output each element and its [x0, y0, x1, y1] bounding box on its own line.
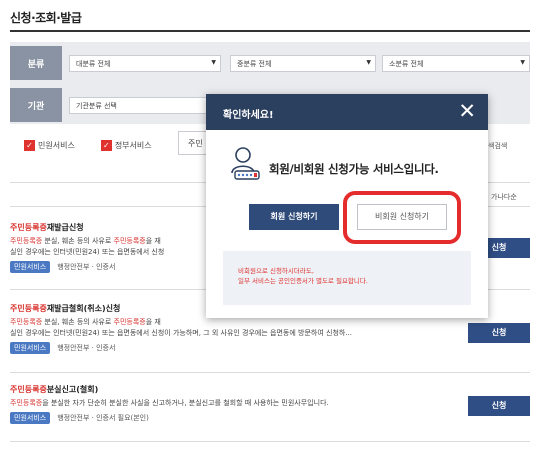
desc-keyword: 주민등록증: [10, 318, 43, 326]
major-category-value: 대분류 전체: [76, 60, 111, 68]
keyword-chip[interactable]: 주민: [178, 131, 208, 155]
middle-category-select[interactable]: 중분류 전체 ▼: [230, 55, 376, 72]
dropdown-arrow-icon: ▼: [211, 59, 216, 66]
result-title-keyword: 주민등록증: [10, 304, 47, 313]
desc-keyword: 주민등록증: [10, 399, 43, 407]
sort-option[interactable]: 가나다순: [491, 192, 517, 202]
service-tag: 민원서비스: [10, 261, 51, 273]
result-meta: 민원서비스 행정안전부 · 인증서 필요(본인): [10, 412, 530, 424]
result-title[interactable]: 주민등록증분실신고(철회): [10, 384, 530, 398]
desc-text: 을 재: [145, 318, 161, 326]
agency-select[interactable]: 기관분류 선택: [69, 97, 221, 114]
result-title-keyword: 주민등록증: [10, 223, 47, 232]
result-title-rest: 분실신고(철회): [46, 385, 99, 394]
result-title-rest: 재발급신청: [46, 223, 84, 232]
member-id-icon: [231, 147, 260, 180]
result-agency: 행정안전부 · 인증서: [57, 263, 116, 271]
desc-text: 을 재: [145, 237, 161, 245]
result-description-line2: 실인 경우에는 인터넷(민원24) 또는 읍면동에서 신청이 가능하며, 그 외…: [10, 329, 352, 337]
minor-category-select[interactable]: 소분류 전체 ▼: [382, 55, 530, 72]
agency-select-value: 기관분류 선택: [76, 102, 117, 110]
desc-keyword: 주민등록증: [113, 237, 146, 245]
result-meta: 민원서비스 행정안전부 · 인증서: [10, 342, 530, 354]
service-tag: 민원서비스: [10, 412, 51, 424]
modal-header: 확인하세요! ✕: [206, 94, 488, 130]
close-icon[interactable]: ✕: [458, 99, 476, 123]
middle-category-value: 중분류 전체: [237, 60, 272, 68]
minor-category-value: 소분류 전체: [389, 60, 424, 68]
desc-text: 분실, 훼손 등의 사유로: [42, 237, 114, 245]
modal-headline: 회원/비회원 신청가능 서비스입니다.: [229, 146, 479, 186]
title-divider: [10, 30, 530, 32]
dropdown-arrow-icon: ▼: [366, 59, 371, 66]
category-label: 분류: [10, 46, 62, 80]
service-tag: 민원서비스: [10, 342, 51, 354]
result-agency: 행정안전부 · 인증서 필요(본인): [57, 414, 149, 422]
member-apply-button[interactable]: 회원 신청하기: [249, 204, 339, 230]
modal-headline-text: 회원/비회원 신청가능 서비스입니다.: [269, 162, 439, 176]
page-title: 신청·조회·발급: [10, 11, 82, 25]
divider: [10, 372, 530, 373]
notice-box: 비회원으로 신청하시더라도, 일부 서비스는 공인인증서가 별도로 필요합니다.: [223, 251, 471, 305]
confirm-modal: 확인하세요! ✕ 회원/비회원 신청가능 서비스입니다. 회원 신청하기 비회원…: [206, 94, 488, 318]
apply-button[interactable]: 신청: [468, 323, 530, 343]
nonmember-apply-button[interactable]: 비회원 신청하기: [357, 204, 447, 230]
result-agency: 행정안전부 · 인증서: [57, 344, 116, 352]
category-row: 분류 대분류 전체 ▼ 중분류 전체 ▼ 소분류 전체 ▼: [10, 46, 530, 80]
modal-title: 확인하세요!: [223, 110, 274, 121]
detail-search-link[interactable]: 색검색: [488, 141, 507, 151]
dropdown-arrow-icon: ▼: [520, 59, 525, 66]
agency-label: 기관: [10, 88, 62, 122]
major-category-select[interactable]: 대분류 전체 ▼: [69, 55, 221, 72]
gov-service-checkbox[interactable]: ✓: [100, 139, 112, 151]
desc-keyword: 주민등록증: [10, 237, 43, 245]
result-description: 주민등록증 분실, 훼손 등의 사유로 주민등록증을 재: [10, 317, 410, 328]
civil-service-checkbox[interactable]: ✓: [24, 139, 35, 151]
notice-line: 비회원으로 신청하시더라도,: [238, 267, 314, 275]
civil-service-label: 민원서비스: [38, 140, 75, 150]
gov-service-label: 정부서비스: [114, 140, 152, 150]
result-title-keyword: 주민등록증: [10, 385, 47, 394]
divider: [10, 441, 530, 442]
desc-keyword: 주민등록증: [113, 318, 146, 326]
desc-text: 분실, 훼손 등의 사유로: [42, 318, 114, 326]
result-item: 주민등록증분실신고(철회) 주민등록증을 분실한 자가 단순히 분실한 사실을 …: [10, 384, 530, 434]
desc-text: 을 분실한 자가 단순히 분실한 사실을 신고하거나, 분실신고를 철회할 때 …: [42, 399, 329, 407]
service-type-checks: ✓ 민원서비스 ✓ 정부서비스: [24, 138, 178, 152]
result-description: 주민등록증을 분실한 자가 단순히 분실한 사실을 신고하거나, 분실신고를 철…: [10, 398, 410, 409]
result-title-rest: 재발급철회(취소)신청: [46, 304, 121, 313]
apply-button[interactable]: 신청: [468, 396, 530, 416]
notice-line: 일부 서비스는 공인인증서가 별도로 필요합니다.: [238, 277, 368, 285]
